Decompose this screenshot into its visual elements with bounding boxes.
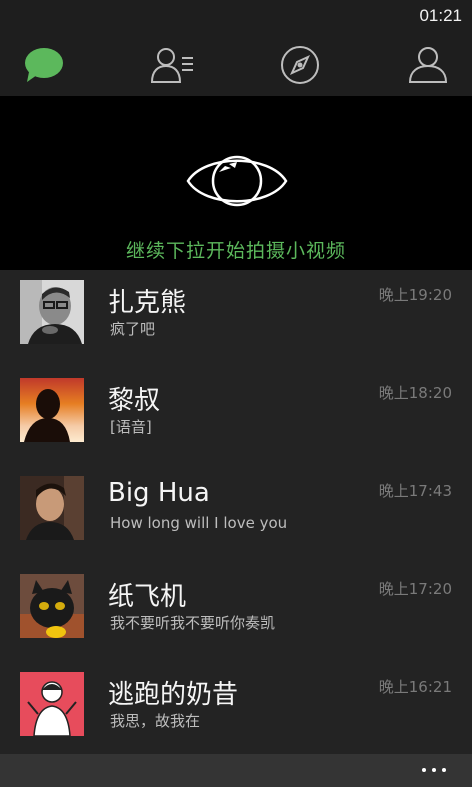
chat-time: 晚上18:20 — [378, 384, 452, 402]
chat-row[interactable]: 逃跑的奶昔 我思，故我在 晚上16:21 — [0, 662, 472, 754]
compass-icon — [281, 46, 319, 84]
chat-row[interactable]: 纸飞机 我不要听我不要听你奏凯 晚上17:20 — [0, 564, 472, 662]
avatar — [20, 574, 84, 638]
chat-row[interactable]: Big Hua How long will I love you 晚上17:43 — [0, 466, 472, 564]
avatar — [20, 672, 84, 736]
avatar — [20, 378, 84, 442]
status-bar: 01:21 — [0, 0, 472, 34]
person-icon — [408, 47, 448, 83]
chat-name: 扎克熊 — [108, 288, 187, 318]
chat-list: 扎克熊 疯了吧 晚上19:20 黎叔 [语音] 晚上18:20 Big Hua … — [0, 270, 472, 754]
avatar — [20, 476, 84, 540]
chat-row[interactable]: 扎克熊 疯了吧 晚上19:20 — [0, 270, 472, 368]
chat-bubble-icon — [25, 48, 63, 82]
status-time: 01:21 — [419, 6, 462, 25]
chat-preview: [语音] — [110, 418, 152, 436]
chat-name: Big Hua — [108, 478, 210, 508]
tab-discover[interactable] — [275, 42, 325, 88]
chat-time: 晚上17:43 — [378, 482, 452, 500]
pull-hint-text: 继续下拉开始拍摄小视频 — [125, 240, 346, 262]
chat-preview: 我思，故我在 — [110, 712, 201, 730]
tab-contacts[interactable] — [147, 42, 197, 88]
eye-icon — [186, 155, 288, 207]
contacts-icon — [150, 48, 193, 83]
tab-chats[interactable] — [19, 42, 69, 88]
chat-preview: 疯了吧 — [110, 320, 156, 338]
tab-me[interactable] — [403, 42, 453, 88]
chat-row[interactable]: 黎叔 [语音] 晚上18:20 — [0, 368, 472, 466]
chat-preview: How long will I love you — [110, 514, 288, 532]
chat-name: 逃跑的奶昔 — [108, 680, 239, 710]
more-dots-icon[interactable] — [418, 760, 454, 780]
bottom-app-bar — [0, 754, 472, 787]
chat-name: 黎叔 — [108, 386, 161, 416]
tab-bar — [0, 34, 472, 96]
chat-preview: 我不要听我不要听你奏凯 — [110, 614, 276, 632]
chat-time: 晚上19:20 — [378, 286, 452, 304]
chat-time: 晚上16:21 — [378, 678, 452, 696]
avatar — [20, 280, 84, 344]
chat-time: 晚上17:20 — [378, 580, 452, 598]
chat-name: 纸飞机 — [108, 582, 187, 612]
pull-to-record-panel: 继续下拉开始拍摄小视频 — [0, 96, 472, 270]
